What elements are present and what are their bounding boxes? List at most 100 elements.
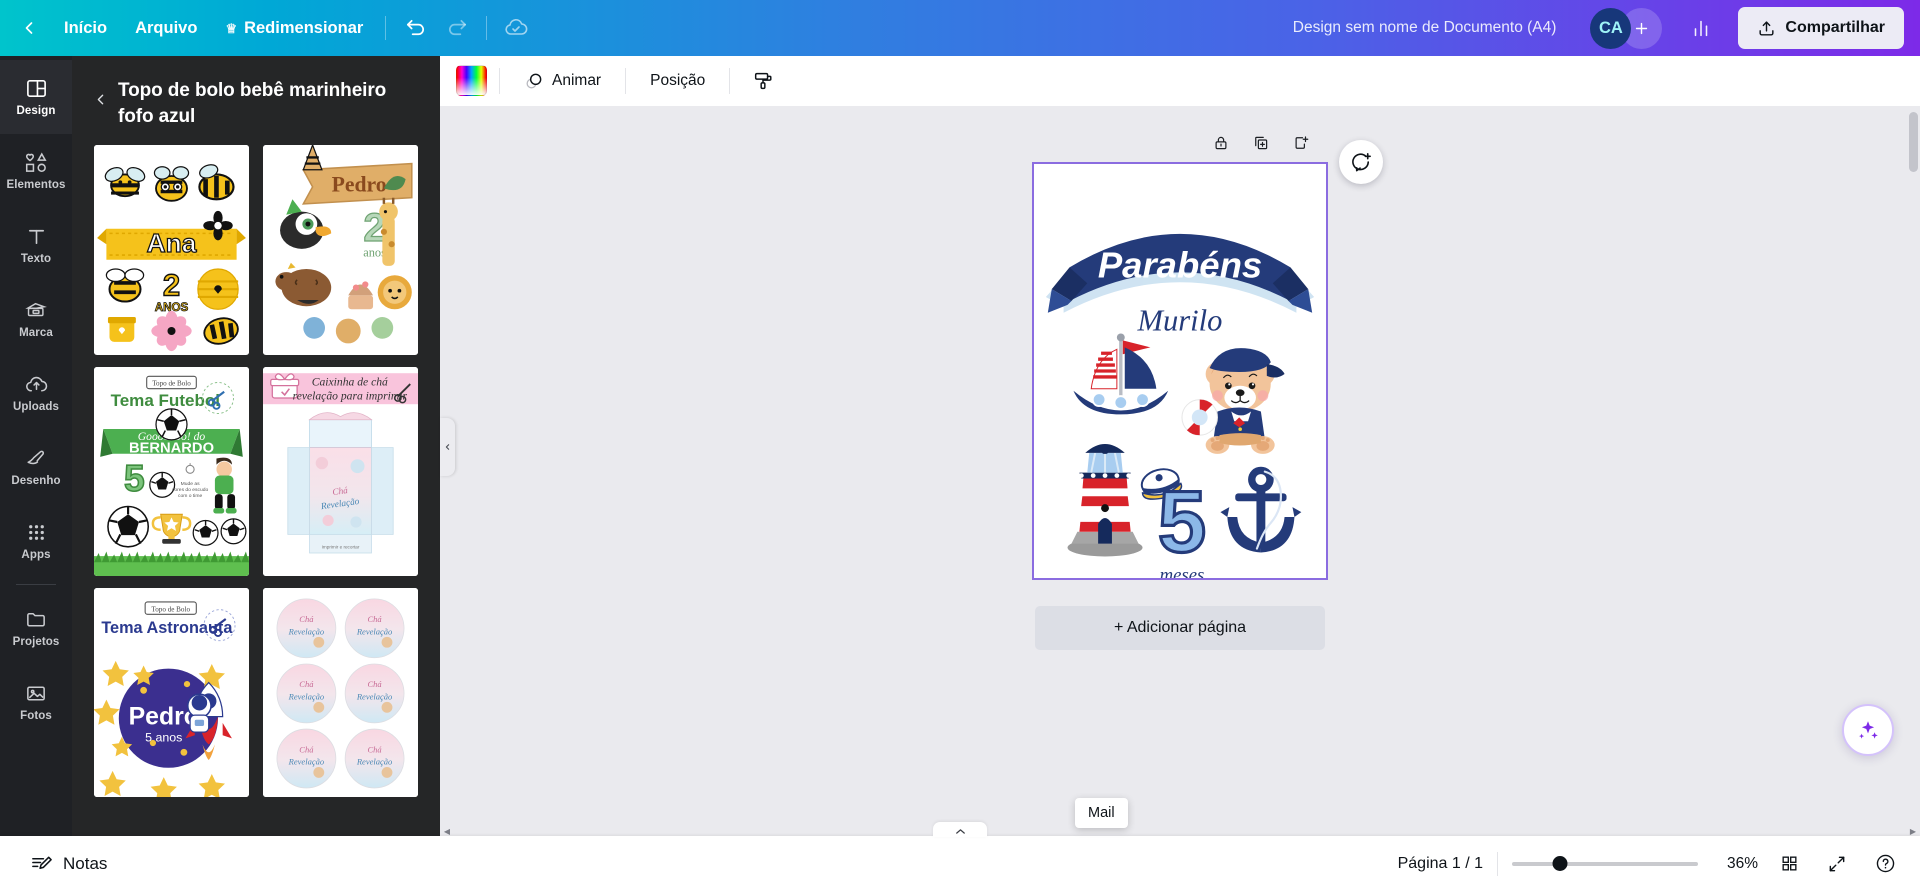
insert-page-button[interactable] (1288, 130, 1314, 156)
lock-page-button[interactable] (1208, 130, 1234, 156)
home-button[interactable]: Início (50, 8, 121, 48)
chevron-left-icon (445, 444, 450, 450)
animate-circles-icon (526, 73, 542, 88)
animate-button[interactable]: Animar (512, 64, 613, 98)
header-divider-1 (385, 16, 387, 40)
magic-ai-button[interactable] (1842, 704, 1894, 756)
header-right-group: Design sem nome de Documento (A4) CA Com… (1281, 7, 1904, 49)
redo-button[interactable] (436, 8, 478, 48)
zoom-slider[interactable] (1512, 855, 1698, 873)
document-title-input[interactable]: Design sem nome de Documento (A4) (1281, 12, 1569, 44)
template-thumbnail[interactable]: Ana 2 ANOS (94, 145, 249, 355)
template-thumbnail[interactable]: Pedro 2 anos (263, 145, 418, 355)
left-rail: Design Elementos Texto Marca Uploads Des… (0, 56, 72, 836)
panel-title: Topo de bolo bebê marinheiro fofo azul (118, 80, 387, 127)
rainbow-color-swatch[interactable] (456, 65, 487, 96)
sidebar-item-projetos[interactable]: Projetos (0, 591, 72, 665)
add-page-button[interactable]: + Adicionar página (1035, 606, 1325, 650)
grid-view-icon (1781, 856, 1797, 871)
fullscreen-button[interactable] (1820, 847, 1854, 881)
grid-apps-icon (28, 525, 44, 540)
help-circle-icon (1876, 854, 1894, 873)
toolbar-divider-2 (625, 67, 627, 94)
templates-panel: Topo de bolo bebê marinheiro fofo azul A… (72, 56, 440, 836)
chevron-left-icon (97, 94, 103, 104)
sidebar-item-texto[interactable]: Texto (0, 208, 72, 282)
svg-text:Revelação: Revelação (288, 756, 324, 766)
editor-body: Design Elementos Texto Marca Uploads Des… (0, 56, 1920, 836)
template-thumbnail[interactable]: Caixinha de chá revelação para imprimir (263, 366, 418, 576)
top-header: Início Arquivo ♕ Redimensionar Design se… (0, 0, 1920, 56)
svg-text:Ana: Ana (147, 228, 197, 258)
thumb-art-caixinha: Caixinha de chá revelação para imprimir (263, 366, 418, 576)
comment-add-icon (1351, 152, 1371, 171)
expand-panel-toggle[interactable] (933, 822, 987, 837)
sidebar-item-label: Fotos (20, 710, 52, 722)
bottom-bar: Mail Notas Página 1 / 1 36% (0, 798, 1920, 891)
svg-text:Chá: Chá (299, 614, 314, 624)
canva-editor-window: Início Arquivo ♕ Redimensionar Design se… (0, 0, 1920, 891)
template-thumbnail[interactable]: Topo de Bolo Tema Futebol Gooooooo! do B… (94, 366, 249, 576)
svg-text:2: 2 (163, 268, 180, 303)
svg-text:Chá: Chá (367, 744, 382, 754)
canvas-horizontal-scrollbar[interactable]: ◀ ▶ (440, 826, 1920, 836)
lock-icon (1215, 136, 1227, 150)
position-button[interactable]: Posição (638, 64, 717, 98)
back-button[interactable] (8, 8, 50, 48)
file-menu-button[interactable]: Arquivo (121, 8, 211, 48)
help-button[interactable] (1868, 847, 1902, 881)
insights-button[interactable] (1680, 8, 1722, 48)
sidebar-item-label: Desenho (11, 475, 61, 487)
header-left-group: Início Arquivo ♕ Redimensionar (8, 8, 537, 48)
avatar[interactable]: CA (1590, 7, 1632, 49)
sidebar-item-marca[interactable]: Marca (0, 282, 72, 356)
saved-status-button[interactable] (495, 8, 537, 48)
animate-label: Animar (552, 71, 602, 89)
folder-icon (27, 612, 45, 627)
photo-icon (27, 686, 45, 701)
canvas-vertical-scrollbar[interactable] (1909, 112, 1918, 172)
sidebar-item-fotos[interactable]: Fotos (0, 665, 72, 739)
chevron-up-icon (955, 829, 965, 834)
sidebar-item-desenho[interactable]: Desenho (0, 430, 72, 504)
panel-back-button[interactable] (86, 84, 114, 114)
resize-button[interactable]: ♕ Redimensionar (211, 8, 377, 48)
canvas-area[interactable]: Parabéns Murilo 5 meses + Adicionar pági… (440, 106, 1920, 836)
fullscreen-icon (1829, 856, 1845, 871)
design-page[interactable]: Parabéns Murilo 5 meses (1032, 162, 1328, 580)
svg-text:com o time: com o time (178, 493, 202, 499)
duplicate-icon (1255, 136, 1268, 150)
sidebar-item-design[interactable]: Design (0, 60, 72, 134)
page-count-label: Página 1 / 1 (1397, 854, 1483, 872)
shapes-icon (25, 152, 47, 172)
svg-text:Revelação: Revelação (356, 626, 392, 636)
share-button[interactable]: Compartilhar (1738, 7, 1904, 49)
undo-button[interactable] (394, 8, 436, 48)
svg-text:meses: meses (1160, 565, 1205, 578)
resize-label: Redimensionar (244, 18, 364, 37)
sidebar-item-uploads[interactable]: Uploads (0, 356, 72, 430)
sidebar-item-label: Design (16, 105, 56, 117)
svg-text:Chá: Chá (367, 679, 382, 689)
duplicate-page-button[interactable] (1248, 130, 1274, 156)
svg-text:Chá: Chá (367, 614, 382, 624)
share-upload-icon (1759, 20, 1774, 36)
add-comment-button[interactable] (1339, 140, 1383, 184)
template-thumbnail[interactable]: Topo de Bolo Tema Astronauta Pedro 5 ano… (94, 587, 249, 798)
notes-button[interactable]: Notas (18, 846, 119, 882)
svg-text:BERNARDO: BERNARDO (129, 440, 214, 456)
sidebar-item-elementos[interactable]: Elementos (0, 134, 72, 208)
grid-view-button[interactable] (1772, 847, 1806, 881)
share-label: Compartilhar (1785, 19, 1885, 36)
scroll-right-arrow[interactable]: ▶ (1906, 827, 1920, 836)
svg-text:Topo de Bolo: Topo de Bolo (151, 605, 190, 613)
scroll-left-arrow[interactable]: ◀ (440, 827, 454, 836)
template-thumbnail[interactable]: Chá Revelação Chá Revelação Chá Revelaçã… (263, 587, 418, 798)
thumb-art-astronauta: Topo de Bolo Tema Astronauta Pedro 5 ano… (94, 587, 249, 798)
sidebar-item-apps[interactable]: Apps (0, 504, 72, 578)
zoom-knob[interactable] (1552, 856, 1568, 871)
svg-text:Parabéns: Parabéns (1098, 244, 1262, 285)
panel-collapse-handle[interactable] (440, 418, 455, 476)
copy-style-button[interactable] (742, 64, 784, 98)
mail-tooltip: Mail (1075, 798, 1128, 828)
